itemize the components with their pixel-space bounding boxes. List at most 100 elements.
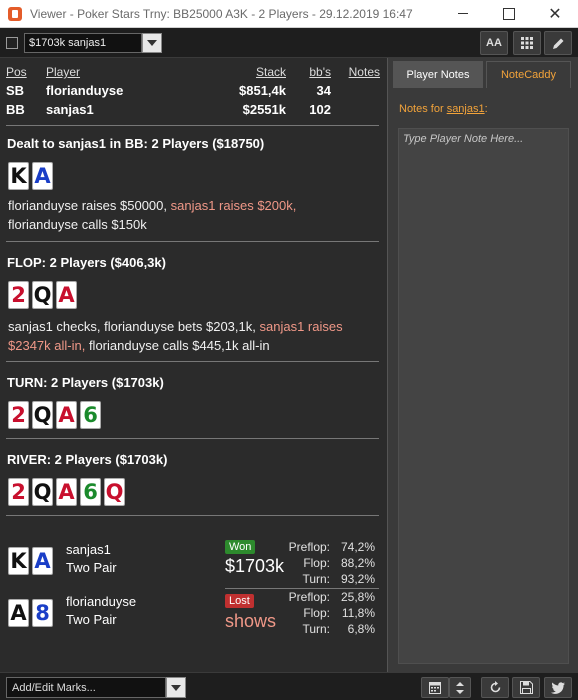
font-size-icon: AA [486, 37, 502, 49]
notes-sidebar: Player Notes NoteCaddy Notes for sanjas1… [387, 58, 578, 672]
action-text: florianduyse calls $150k [8, 217, 147, 232]
sidebar-tabs: Player Notes NoteCaddy [388, 61, 571, 88]
divider [6, 241, 379, 242]
calendar-icon [429, 682, 441, 694]
divider [6, 438, 379, 439]
turn-cards: 2QA6 [8, 401, 101, 429]
divider [6, 515, 379, 516]
river-cards: 2QA6Q [8, 478, 125, 506]
pencil-icon [552, 38, 563, 49]
marks-select[interactable]: Add/Edit Marks... [6, 677, 166, 698]
equity-list: Preflop: 74,2% Flop: 88,2% Turn: 93,2% [268, 540, 375, 588]
maximize-button[interactable] [486, 0, 532, 28]
grid-view-button[interactable] [513, 31, 541, 55]
header-pos[interactable]: Pos [6, 65, 46, 81]
hole-cards: KA [8, 162, 53, 190]
river-title: RIVER: 2 Players ($1703k) [7, 452, 168, 467]
lost-badge: Lost [225, 594, 254, 608]
playing-card: A [8, 599, 29, 627]
turn-title: TURN: 2 Players ($1703k) [7, 375, 164, 390]
flop-title: FLOP: 2 Players ($406,3k) [7, 255, 166, 270]
positions-header: Pos Player Stack bb's Notes [6, 65, 380, 81]
hand-select[interactable]: $1703k sanjas1 [24, 32, 142, 53]
equity-line: Preflop: 25,8% [268, 590, 375, 606]
result-row: KA sanjas1 Two Pair Won $1703k Preflop: 7… [6, 538, 380, 586]
grid-icon [521, 37, 533, 49]
hand-history-panel: Pos Player Stack bb's Notes SB floriandu… [0, 58, 387, 672]
action-text: sanjas1 checks, florianduyse bets $203,1… [8, 319, 260, 334]
positions-table: Pos Player Stack bb's Notes SB floriandu… [6, 65, 380, 119]
edit-button[interactable] [544, 31, 572, 55]
result-hand: Two Pair [66, 612, 117, 627]
playing-card: A [56, 281, 77, 309]
refresh-icon [490, 681, 500, 693]
sort-button[interactable] [449, 677, 471, 698]
playing-card: A [56, 401, 77, 429]
replay-button[interactable] [481, 677, 509, 698]
result-cards: A8 [8, 599, 53, 627]
hand-checkbox[interactable] [6, 36, 18, 49]
row-stack: $851,4k [239, 83, 286, 98]
save-button[interactable] [512, 677, 540, 698]
divider [6, 125, 379, 126]
header-stack[interactable]: Stack [196, 65, 286, 81]
equity-label: Preflop: [288, 540, 330, 554]
playing-card: 6 [80, 478, 101, 506]
playing-card: K [8, 162, 29, 190]
equity-line: Turn: 93,2% [268, 572, 375, 588]
playing-card: K [8, 547, 29, 575]
equity-label: Flop: [303, 556, 330, 570]
equity-line: Flop: 11,8% [268, 606, 375, 622]
title-bar: Viewer - Poker Stars Trny: BB25000 A3K -… [0, 0, 578, 28]
action-text: florianduyse calls $445,1k all-in [85, 338, 270, 353]
tab-notecaddy[interactable]: NoteCaddy [486, 61, 571, 88]
result-row: A8 florianduyse Two Pair Lost shows Pref… [6, 590, 380, 638]
equity-value: 25,8% [340, 590, 375, 604]
hero-action-text: sanjas1 raises $200k, [170, 198, 297, 213]
equity-value: 11,8% [341, 606, 375, 620]
notes-player-link[interactable]: sanjas1 [447, 103, 485, 115]
twitter-button[interactable] [544, 677, 572, 698]
top-toolbar: $1703k sanjas1 AA [0, 28, 578, 58]
equity-value: 93,2% [340, 572, 375, 586]
playing-card: 2 [8, 401, 29, 429]
tab-player-notes[interactable]: Player Notes [393, 61, 483, 88]
playing-card: 2 [8, 281, 29, 309]
playing-card: Q [32, 478, 53, 506]
calendar-button[interactable] [421, 677, 449, 698]
player-note-input[interactable]: Type Player Note Here... [398, 128, 569, 664]
equity-line: Flop: 88,2% [268, 556, 375, 572]
hand-select-dropdown-button[interactable] [142, 32, 162, 53]
equity-line: Turn: 6,8% [268, 622, 375, 638]
font-size-button[interactable]: AA [480, 31, 508, 55]
divider [6, 361, 379, 362]
row-pos: SB [6, 83, 25, 98]
row-pos: BB [6, 102, 25, 117]
header-player[interactable]: Player [46, 65, 196, 81]
marks-dropdown-button[interactable] [166, 677, 186, 698]
hand-select-value: $1703k sanjas1 [29, 36, 107, 49]
chevron-down-icon [171, 684, 181, 691]
result-player: florianduyse [66, 594, 137, 609]
bottom-toolbar: Add/Edit Marks... [0, 672, 578, 700]
playing-card: 6 [80, 401, 101, 429]
result-player: sanjas1 [66, 542, 111, 557]
won-badge: Won [225, 540, 256, 554]
flop-actions: sanjas1 checks, florianduyse bets $203,1… [8, 317, 380, 355]
header-notes[interactable]: Notes [331, 65, 380, 81]
row-player: florianduyse [46, 83, 124, 98]
close-button[interactable]: ✕ [532, 0, 578, 28]
app-icon [8, 6, 22, 21]
header-bbs[interactable]: bb's [286, 65, 331, 81]
playing-card: A [32, 162, 53, 190]
window-title: Viewer - Poker Stars Trny: BB25000 A3K -… [30, 6, 413, 21]
preflop-actions: florianduyse raises $50000, sanjas1 rais… [8, 196, 380, 234]
table-row[interactable]: SB florianduyse $851,4k 34 [6, 81, 380, 100]
action-text: florianduyse raises $50000, [8, 198, 171, 213]
table-row[interactable]: BB sanjas1 $2551k 102 [6, 100, 380, 119]
playing-card: Q [104, 478, 125, 506]
row-bbs: 102 [309, 102, 331, 117]
equity-label: Flop: [303, 606, 330, 620]
equity-line: Preflop: 74,2% [268, 540, 375, 556]
minimize-button[interactable] [440, 0, 486, 28]
